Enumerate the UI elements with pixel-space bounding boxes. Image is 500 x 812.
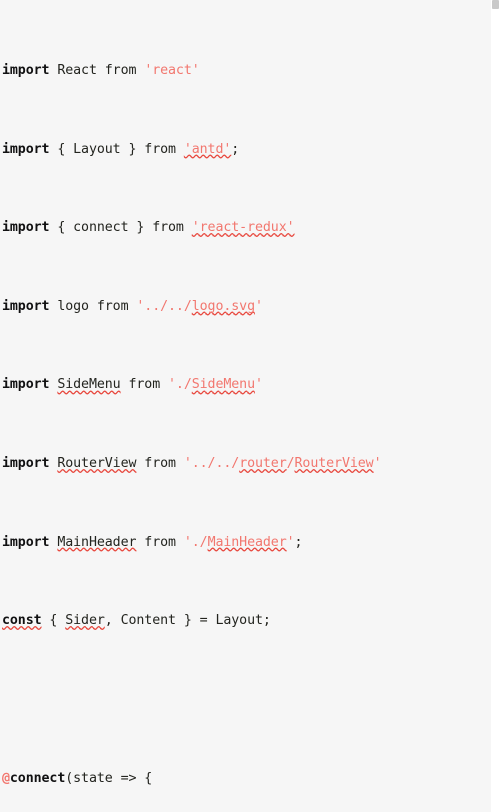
token-identifier: RouterView	[57, 456, 137, 472]
code-line: const { Sider, Content } = Layout;	[2, 611, 491, 631]
code-line: import logo from '../../logo.svg'	[2, 297, 491, 317]
vertical-scrollbar[interactable]	[491, 0, 500, 812]
code-line: import { connect } from 'react-redux'	[2, 218, 491, 238]
token-string: logo.svg	[191, 298, 255, 314]
source-code-text[interactable]: import React from 'react' import { Layou…	[2, 2, 491, 812]
token-plain: from	[120, 377, 169, 393]
token-string: SideMenu	[191, 377, 255, 393]
token-string: '	[286, 534, 295, 550]
token-string: '	[373, 456, 382, 472]
token-string: '	[255, 298, 263, 314]
token-plain: from	[136, 456, 184, 472]
code-line: @connect(state => {	[2, 769, 491, 789]
token-keyword: import	[2, 141, 50, 157]
token-plain: { Layout } from	[49, 141, 184, 157]
token-identifier: Sider	[65, 613, 105, 629]
token-keyword: import	[2, 62, 50, 78]
token-string: '	[255, 377, 263, 393]
token-plain: , Content } = Layout;	[104, 613, 271, 629]
token-keyword: import	[2, 456, 50, 472]
token-string: /	[286, 456, 295, 472]
token-keyword: import	[2, 534, 50, 550]
token-string: 'antd'	[183, 141, 232, 157]
code-line: import SideMenu from './SideMenu'	[2, 375, 491, 395]
token-plain: logo from	[49, 298, 137, 314]
token-plain: ;	[231, 141, 240, 157]
token-string: 'react-redux'	[191, 220, 295, 236]
code-editor-viewport: import React from 'react' import { Layou…	[0, 0, 500, 812]
token-keyword: const	[2, 613, 42, 629]
token-plain: ;	[294, 534, 303, 550]
token-string: '../../	[183, 456, 240, 472]
token-string: '../../	[136, 298, 192, 314]
scrollbar-thumb[interactable]	[492, 0, 499, 9]
token-plain: {	[41, 613, 66, 629]
token-keyword: import	[2, 377, 50, 393]
token-decorator: @	[2, 770, 10, 786]
code-line: import MainHeader from './MainHeader';	[2, 533, 491, 553]
token-string: MainHeader	[207, 534, 287, 550]
code-line: import RouterView from '../../router/Rou…	[2, 454, 491, 474]
token-function: connect	[9, 770, 66, 786]
code-line: import React from 'react'	[2, 61, 491, 81]
token-string: './	[168, 377, 192, 393]
token-identifier: SideMenu	[57, 377, 121, 393]
token-plain: from	[136, 534, 184, 550]
token-string: router	[239, 456, 287, 472]
token-string: RouterView	[294, 456, 374, 472]
token-plain: React from	[49, 62, 145, 78]
token-plain: { connect } from	[49, 220, 192, 236]
token-plain: (state => {	[65, 770, 153, 786]
code-line: import { Layout } from 'antd';	[2, 140, 491, 160]
token-identifier: MainHeader	[57, 534, 137, 550]
token-string: './	[183, 534, 208, 550]
token-string: 'react'	[144, 62, 200, 78]
token-keyword: import	[2, 298, 50, 314]
code-surface: import React from 'react' import { Layou…	[0, 0, 491, 812]
token-keyword: import	[2, 220, 50, 236]
